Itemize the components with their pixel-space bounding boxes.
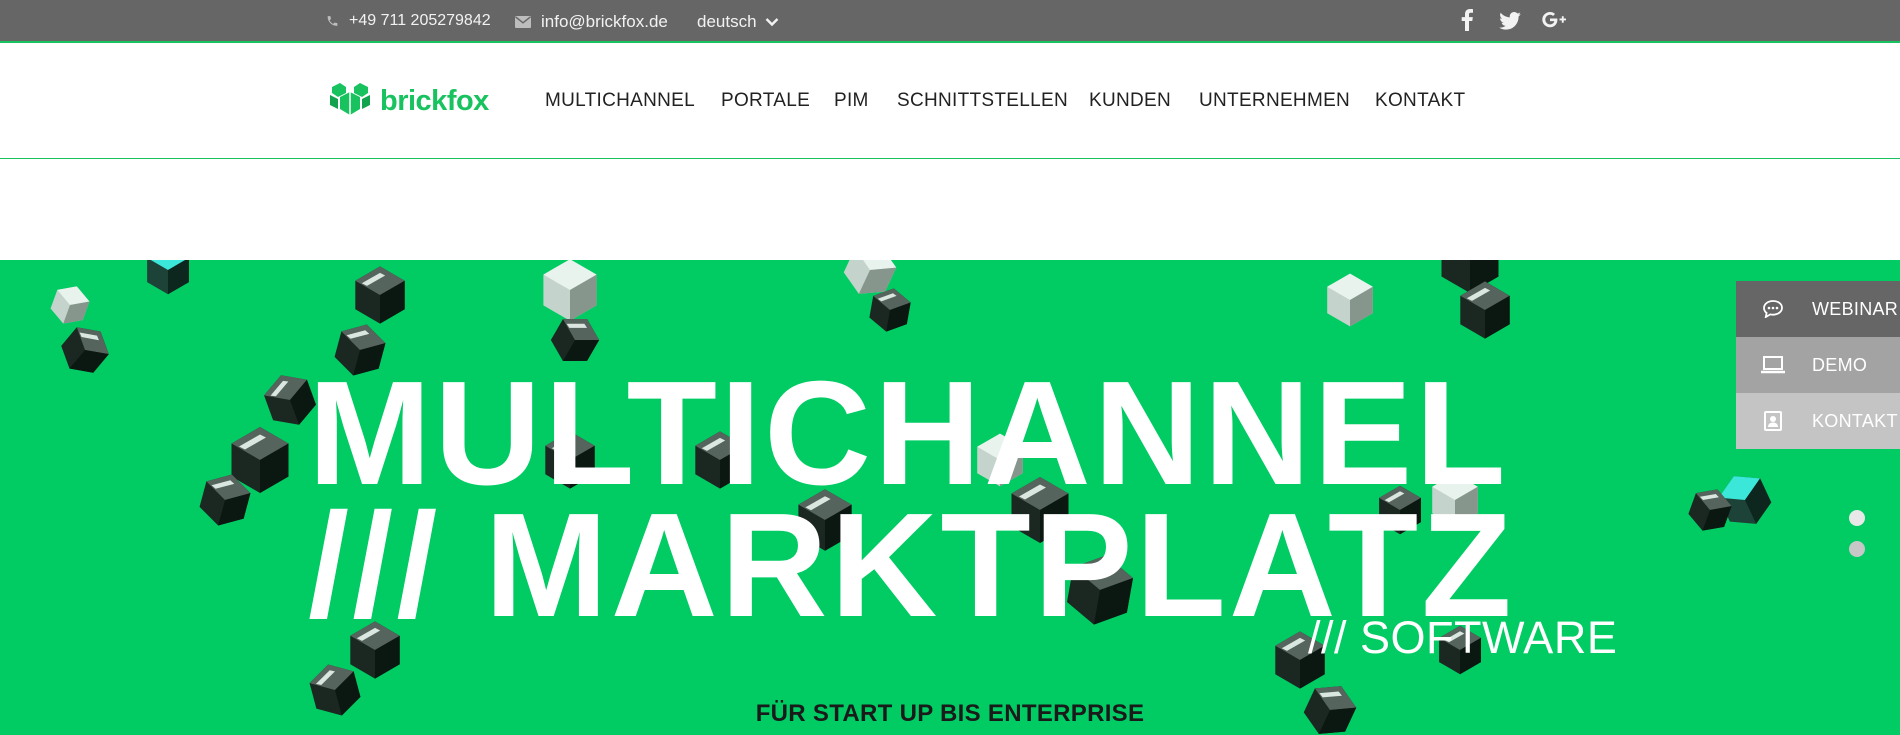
google-plus-icon[interactable] <box>1542 10 1566 35</box>
top-contact-bar: +49 711 205279842 info@brickfox.de deuts… <box>0 0 1900 43</box>
nav-kunden[interactable]: KUNDEN <box>1089 90 1171 112</box>
nav-unternehmen[interactable]: UNTERNEHMEN <box>1199 90 1350 112</box>
chat-bubble-icon <box>1758 300 1788 318</box>
kontakt-label: KONTAKT <box>1812 410 1898 431</box>
hero-subtitle: FÜR START UP BIS ENTERPRISE <box>755 700 1145 727</box>
nav-portale[interactable]: PORTALE <box>721 90 810 112</box>
facebook-icon[interactable] <box>1460 9 1474 36</box>
nav-multichannel[interactable]: MULTICHANNEL <box>545 90 695 112</box>
nav-kontakt[interactable]: KONTAKT <box>1375 90 1465 112</box>
nav-schnittstellen[interactable]: SCHNITTSTELLEN <box>897 90 1068 112</box>
phone-contact[interactable]: +49 711 205279842 <box>326 12 491 30</box>
hero-slider: MULTICHANNEL /// MARKTPLATZ /// SOFTWARE… <box>0 260 1900 735</box>
demo-tab[interactable]: DEMO <box>1736 337 1900 393</box>
brand-name: brickfox <box>380 85 489 117</box>
brickfox-logo[interactable]: brickfox <box>328 81 489 122</box>
phone-number: +49 711 205279842 <box>349 12 491 29</box>
demo-label: DEMO <box>1812 354 1868 375</box>
slider-dot-1[interactable] <box>1849 510 1865 526</box>
language-selector[interactable]: deutsch <box>697 12 779 32</box>
hero-headline-line3: /// SOFTWARE <box>1308 612 1618 663</box>
phone-icon <box>326 14 339 28</box>
language-label: deutsch <box>697 12 757 31</box>
chevron-down-icon <box>765 17 779 27</box>
brickfox-cube-logo-icon <box>328 81 372 122</box>
contact-card-icon <box>1758 411 1788 431</box>
laptop-icon <box>1758 356 1788 374</box>
slider-dot-2[interactable] <box>1849 541 1865 557</box>
envelope-icon <box>515 16 531 28</box>
main-navigation: brickfox MULTICHANNEL PORTALE PIM SCHNIT… <box>0 43 1900 159</box>
webinar-tab[interactable]: WEBINAR <box>1736 281 1900 337</box>
kontakt-tab[interactable]: KONTAKT <box>1736 393 1900 449</box>
email-contact[interactable]: info@brickfox.de <box>515 12 668 32</box>
twitter-icon[interactable] <box>1499 12 1521 35</box>
nav-pim[interactable]: PIM <box>834 90 869 112</box>
webinar-label: WEBINAR <box>1812 298 1899 319</box>
email-address: info@brickfox.de <box>541 12 668 31</box>
